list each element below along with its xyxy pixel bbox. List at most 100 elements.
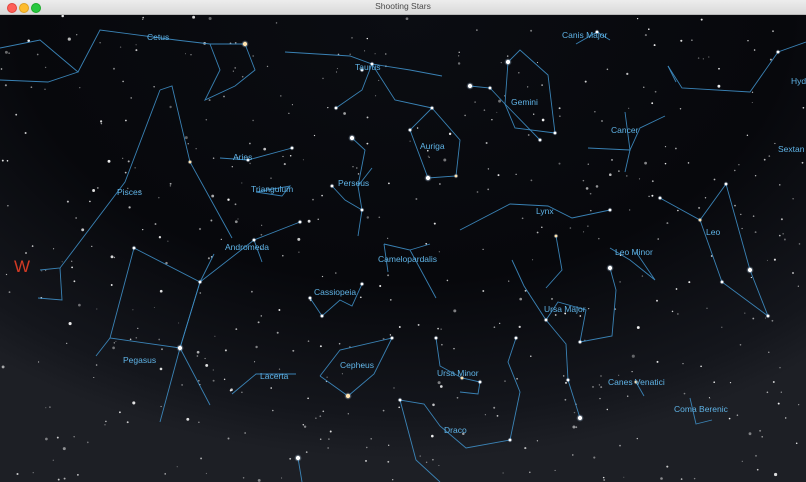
star — [272, 409, 274, 412]
bright-star[interactable] — [198, 280, 202, 284]
bright-star[interactable] — [330, 184, 334, 188]
label-sextans[interactable]: Sextan — [778, 144, 805, 154]
star — [8, 52, 10, 54]
bright-star[interactable] — [698, 218, 702, 222]
label-camelopardalis[interactable]: Camelopardalis — [378, 254, 437, 264]
label-cepheus[interactable]: Cepheus — [340, 360, 374, 370]
bright-star[interactable] — [408, 128, 412, 132]
bright-star[interactable] — [478, 380, 482, 384]
bright-star[interactable] — [554, 234, 558, 238]
bright-star[interactable] — [320, 314, 324, 318]
star — [541, 84, 543, 86]
star — [751, 101, 753, 104]
label-triangulum[interactable]: Triangulum — [251, 184, 293, 194]
bright-star[interactable] — [298, 220, 302, 224]
sky-view[interactable]: Cetus Taurus Canis Major Hyd Gemini Arie… — [0, 15, 806, 482]
label-hydra[interactable]: Hyd — [791, 76, 806, 86]
bright-star[interactable] — [553, 131, 557, 135]
bright-star[interactable] — [349, 135, 355, 141]
star — [387, 460, 390, 463]
label-taurus[interactable]: Taurus — [355, 62, 381, 72]
label-cancer[interactable]: Cancer — [611, 125, 639, 135]
label-lacerta[interactable]: Lacerta — [260, 371, 289, 381]
star — [594, 111, 596, 113]
label-cassiopeia[interactable]: Cassiopeia — [314, 287, 356, 297]
bright-star[interactable] — [607, 265, 613, 271]
label-ursa-major[interactable]: Ursa Major — [544, 304, 586, 314]
star — [190, 54, 192, 56]
bright-star[interactable] — [290, 146, 294, 150]
star — [405, 17, 409, 21]
label-draco[interactable]: Draco — [444, 425, 467, 435]
star — [329, 430, 332, 433]
bright-star[interactable] — [578, 340, 582, 344]
label-gemini[interactable]: Gemini — [511, 97, 538, 107]
label-aries[interactable]: Aries — [233, 152, 252, 162]
bright-star[interactable] — [566, 378, 570, 382]
bright-star[interactable] — [390, 336, 394, 340]
bright-star[interactable] — [724, 182, 728, 186]
label-leo[interactable]: Leo — [706, 227, 720, 237]
bright-star[interactable] — [430, 106, 434, 110]
label-cetus[interactable]: Cetus — [147, 32, 169, 42]
bright-star[interactable] — [538, 138, 542, 142]
bright-star[interactable] — [425, 175, 431, 181]
bright-star[interactable] — [360, 208, 364, 212]
star — [784, 417, 787, 419]
app-window: Shooting Stars Cetus Taurus Canis Major … — [0, 0, 806, 482]
bright-star[interactable] — [544, 318, 548, 322]
bright-star[interactable] — [434, 336, 438, 340]
label-lynx[interactable]: Lynx — [536, 206, 554, 216]
star — [289, 457, 292, 460]
label-coma-berenices[interactable]: Coma Berenic — [674, 404, 729, 414]
label-leo-minor[interactable]: Leo Minor — [615, 247, 653, 257]
star — [600, 375, 602, 377]
star — [129, 338, 132, 341]
bright-star[interactable] — [508, 438, 512, 442]
label-pegasus[interactable]: Pegasus — [123, 355, 156, 365]
star — [700, 365, 702, 368]
pegasus-lines-2 — [95, 337, 111, 357]
label-canes-venatici[interactable]: Canes Venatici — [608, 377, 665, 387]
star — [132, 309, 134, 311]
bright-star[interactable] — [398, 398, 402, 402]
star — [115, 340, 117, 342]
star — [100, 120, 103, 123]
bright-star[interactable] — [720, 280, 724, 284]
bright-star[interactable] — [132, 246, 136, 250]
bright-star[interactable] — [177, 345, 183, 351]
bright-star[interactable] — [454, 174, 458, 178]
star — [572, 454, 574, 456]
star — [602, 476, 605, 479]
star — [158, 236, 162, 239]
star-map[interactable]: Cetus Taurus Canis Major Hyd Gemini Arie… — [0, 15, 806, 482]
star — [327, 447, 329, 449]
bright-star[interactable] — [360, 282, 364, 286]
bright-star[interactable] — [334, 106, 338, 110]
bright-star[interactable] — [467, 83, 473, 89]
label-canis-major[interactable]: Canis Major — [562, 30, 608, 40]
label-ursa-minor[interactable]: Ursa Minor — [437, 368, 479, 378]
bright-star[interactable] — [608, 208, 612, 212]
star — [729, 381, 732, 384]
bright-star[interactable] — [488, 86, 492, 90]
star — [205, 119, 208, 121]
bright-star[interactable] — [242, 41, 248, 47]
label-perseus[interactable]: Perseus — [338, 178, 369, 188]
bright-star[interactable] — [295, 455, 301, 461]
bright-star[interactable] — [766, 314, 770, 318]
label-pisces[interactable]: Pisces — [117, 187, 142, 197]
bright-star[interactable] — [505, 59, 511, 65]
bright-star[interactable] — [577, 415, 583, 421]
bright-star[interactable] — [747, 267, 753, 273]
bright-star[interactable] — [776, 50, 780, 54]
bright-star[interactable] — [252, 238, 256, 242]
star — [587, 307, 590, 310]
bright-star[interactable] — [188, 160, 192, 164]
bright-star[interactable] — [514, 336, 518, 340]
label-andromeda[interactable]: Andromeda — [225, 242, 269, 252]
bright-star[interactable] — [658, 196, 662, 200]
label-auriga[interactable]: Auriga — [420, 141, 445, 151]
bright-star[interactable] — [345, 393, 351, 399]
bright-star[interactable] — [308, 296, 312, 300]
